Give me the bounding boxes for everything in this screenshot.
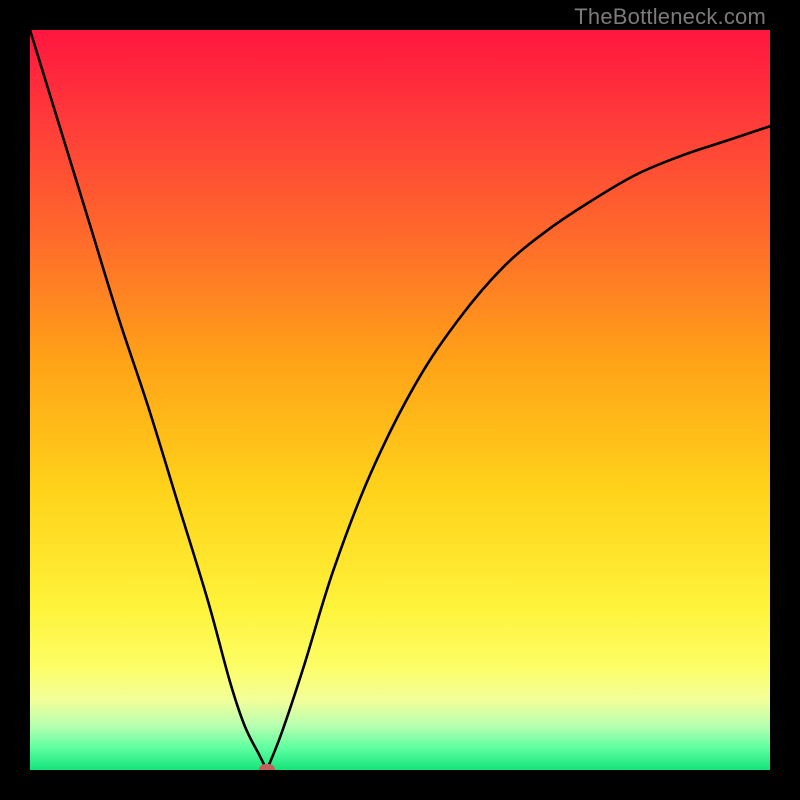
attribution-watermark: TheBottleneck.com <box>574 4 766 30</box>
chart-frame: TheBottleneck.com <box>0 0 800 800</box>
bottleneck-curve <box>30 30 770 770</box>
minimum-marker <box>259 764 275 770</box>
plot-area <box>30 30 770 770</box>
curve-path <box>30 30 770 770</box>
